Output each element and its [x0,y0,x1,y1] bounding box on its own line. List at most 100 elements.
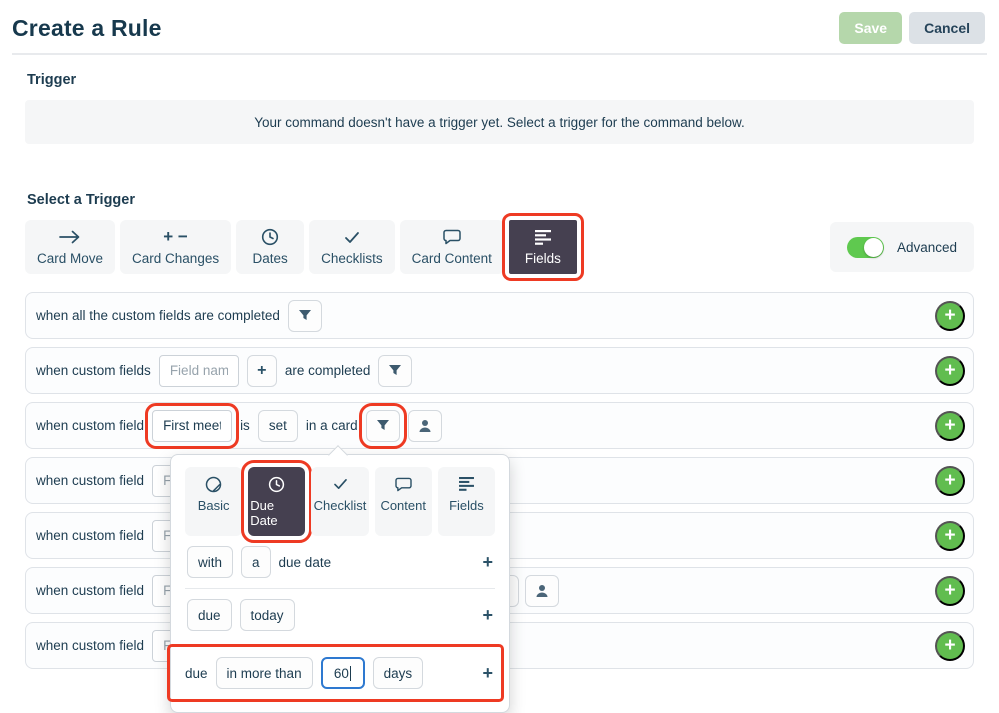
row-text: is [240,418,250,433]
add-trigger-button[interactable]: + [935,410,965,441]
add-condition-button[interactable]: + [482,553,493,571]
popup-tab-content-label: Content [380,498,426,513]
tab-card-changes[interactable]: + − Card Changes [120,220,232,274]
row-text: when custom field [36,583,145,598]
tab-card-move-label: Card Move [37,251,104,266]
add-trigger-button[interactable]: + [935,575,965,606]
add-trigger-button[interactable]: + [935,300,965,331]
tab-card-changes-label: Card Changes [132,251,220,266]
advanced-label: Advanced [896,239,957,255]
add-field-button[interactable]: + [246,354,277,387]
trigger-row-custom-field-set: when custom field is set in a card + [25,402,974,449]
plus-icon: + [257,361,267,379]
select-trigger-heading: Select a Trigger [27,192,135,208]
toggle-knob [863,237,883,257]
popup-tab-checklist-label: Checklist [313,498,367,513]
row-text: in a card [305,418,358,433]
field-lines-icon [458,474,474,494]
filter-funnel-icon [298,310,311,320]
checkmark-icon [333,474,348,494]
popup-tab-content[interactable]: Content [374,467,432,536]
popup-row-due-in-more-than: due in more than 60 days + [167,644,504,702]
field-name-input[interactable] [158,354,239,387]
row-text: are completed [284,363,371,378]
header-buttons: Save Cancel [839,12,985,44]
tab-card-content[interactable]: Card Content [399,220,504,274]
popup-row-text: due [185,665,208,681]
page-title: Create a Rule [12,14,162,41]
speech-bubble-icon [395,474,412,494]
arrow-right-icon [59,227,81,247]
row-text: when custom field [36,473,145,488]
plus-icon: + [944,414,956,436]
text-cursor [349,665,352,681]
person-icon [536,585,548,597]
clock-icon [268,474,285,494]
trigger-row-all-completed: when all the custom fields are completed… [25,292,974,339]
add-condition-button[interactable]: + [482,606,493,624]
member-button[interactable] [525,575,559,607]
popup-tab-due-date-label: Due Date [250,498,278,528]
article-dropdown[interactable]: a [241,546,271,578]
member-button[interactable] [407,409,442,442]
row-text: when custom field [36,418,145,433]
today-dropdown[interactable]: today [239,599,295,631]
popup-tab-fields[interactable]: Fields [437,467,496,536]
filter-button[interactable] [378,354,413,387]
trigger-heading: Trigger [27,72,77,88]
tab-checklists[interactable]: Checklists [309,220,395,274]
advanced-toggle[interactable] [846,236,884,258]
advanced-toggle-box: Advanced [829,222,974,272]
unit-dropdown[interactable]: days [372,657,424,689]
popup-row-due-today: due today + [185,589,495,641]
popup-row-with-due-date: with a due date + [185,536,495,588]
field-name-input[interactable] [145,402,240,449]
checkmark-icon [344,227,360,247]
empty-trigger-message-box: Your command doesn't have a trigger yet.… [25,100,974,144]
due-dropdown[interactable]: due [187,599,232,631]
add-condition-button[interactable]: + [482,664,493,682]
popup-tab-checklist[interactable]: Checklist [311,467,369,536]
page-header: Create a Rule Save Cancel [0,0,999,53]
header-divider [12,53,987,55]
plus-minus-icon: + − [163,227,188,246]
cancel-button[interactable]: Cancel [909,12,985,44]
tab-card-move[interactable]: Card Move [25,220,116,274]
filter-popup: Basic Due Date Checklist Content Fields … [167,445,510,713]
add-trigger-button[interactable]: + [935,465,965,496]
popup-tab-due-date[interactable]: Due Date [241,460,313,543]
popup-tab-basic[interactable]: Basic [185,467,243,536]
tab-dates-label: Dates [252,251,288,266]
add-trigger-button[interactable]: + [935,355,965,386]
save-button[interactable]: Save [839,12,903,44]
trigger-tabs: Card Move + − Card Changes Dates Checkli… [25,213,974,281]
filter-button[interactable] [287,299,322,332]
trigger-row-list: when all the custom fields are completed… [25,292,974,713]
filter-funnel-icon [376,420,389,430]
plus-icon: + [944,469,956,491]
add-trigger-button[interactable]: + [935,630,965,661]
tab-fields[interactable]: Fields [501,213,584,281]
add-trigger-button[interactable]: + [935,520,965,551]
clock-icon [261,227,279,247]
row-text: when custom field [36,638,145,653]
sticker-icon [205,474,222,494]
popup-tabs: Basic Due Date Checklist Content Fields [185,460,496,543]
popup-row-text: due date [278,554,332,570]
tab-dates[interactable]: Dates [236,220,305,274]
tab-checklists-label: Checklists [321,251,383,266]
speech-bubble-icon [443,227,461,247]
row-text: when custom fields [36,363,151,378]
days-count-input[interactable]: 60 [320,657,365,689]
row-text: when all the custom fields are completed [36,308,280,323]
trigger-row-custom-fields: when custom fields + are completed + [25,347,974,394]
comparator-dropdown[interactable]: in more than [215,657,313,689]
filter-funnel-icon [389,365,402,375]
with-dropdown[interactable]: with [187,546,234,578]
plus-icon: + [944,579,956,601]
popup-tab-basic-label: Basic [197,498,230,513]
set-dropdown[interactable]: set [257,409,298,442]
filter-button[interactable] [358,402,407,449]
row-text: when custom field [36,528,145,543]
person-icon [419,419,431,432]
